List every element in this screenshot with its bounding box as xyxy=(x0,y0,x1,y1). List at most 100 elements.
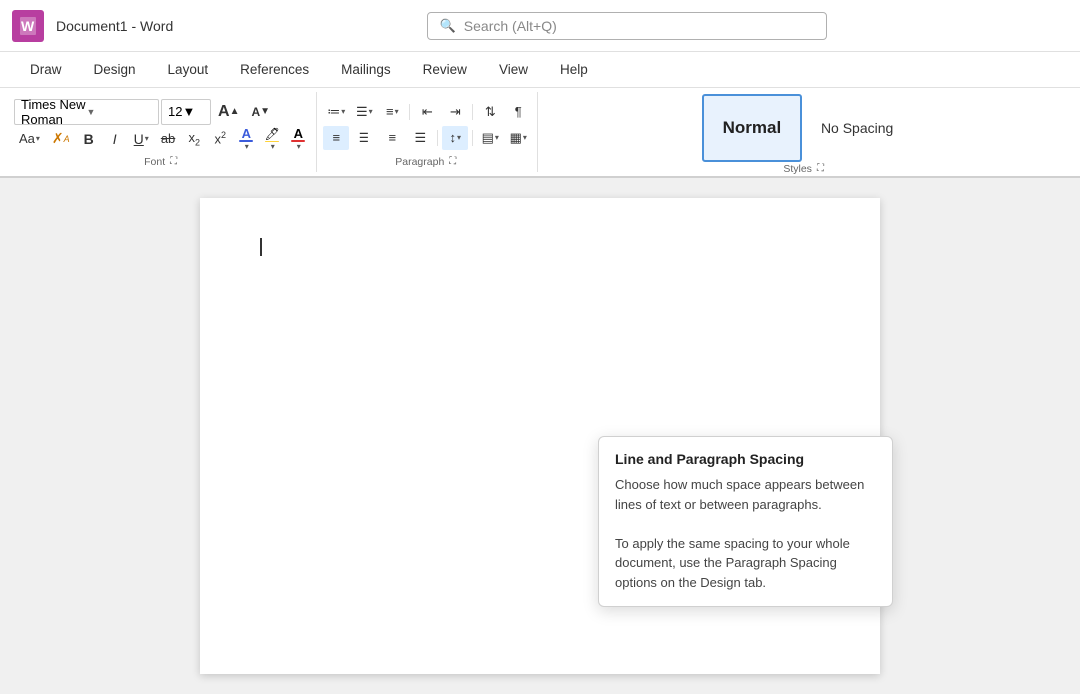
line-spacing-btn[interactable]: ↕ ▾ xyxy=(442,126,468,150)
align-left-btn[interactable]: ≡ xyxy=(323,126,349,150)
paragraph-group-label: Paragraph ⛶ xyxy=(395,155,459,170)
styles-row: Normal No Spacing xyxy=(702,94,908,162)
borders-btn[interactable]: ▦ ▾ xyxy=(505,126,531,150)
multilevel-icon: ≡ xyxy=(386,104,394,119)
para-row2: ≡ ☰ ≡ ☰ ↕ ▾ ▤ xyxy=(323,126,531,150)
paragraph-group: ≔ ▾ ☰ ▾ ≡ ▾ ⇤ ⇥ xyxy=(317,92,538,172)
tooltip-title: Line and Paragraph Spacing xyxy=(615,451,876,467)
numbering-icon: ☰ xyxy=(356,104,368,120)
align-right-btn[interactable]: ≡ xyxy=(379,126,405,150)
bullets-btn[interactable]: ≔ ▾ xyxy=(323,100,349,124)
multilevel-btn[interactable]: ≡ ▾ xyxy=(379,100,405,124)
normal-style-btn[interactable]: Normal xyxy=(702,94,802,162)
ribbon-toolbar: Times New Roman ▼ 12 ▼ A ▲ A ▼ xyxy=(0,88,1080,178)
bold-icon: B xyxy=(84,131,94,147)
underline-icon: U xyxy=(134,131,144,147)
font-dropdown-arrow: ▼ xyxy=(87,107,153,117)
document-area[interactable]: Line and Paragraph Spacing Choose how mu… xyxy=(0,178,1080,694)
font-selector[interactable]: Times New Roman ▼ xyxy=(14,99,159,125)
font-color-red-letter: A xyxy=(294,127,303,140)
tooltip-body: Choose how much space appears between li… xyxy=(615,475,876,592)
tab-view[interactable]: View xyxy=(485,52,542,87)
para-controls: ≔ ▾ ☰ ▾ ≡ ▾ ⇤ ⇥ xyxy=(323,94,531,155)
tab-mailings[interactable]: Mailings xyxy=(327,52,405,87)
superscript-btn[interactable]: x2 xyxy=(208,127,232,151)
ribbon-tabs: Draw Design Layout References Mailings R… xyxy=(0,52,1080,88)
align-center-btn[interactable]: ☰ xyxy=(351,126,377,150)
tab-help[interactable]: Help xyxy=(546,52,602,87)
clear-format-icon: ✗ xyxy=(52,130,64,147)
tooltip-line2: To apply the same spacing to your whole … xyxy=(615,536,850,590)
changecase-arrow: ▾ xyxy=(36,134,40,143)
app-title: Document1 - Word xyxy=(56,18,173,34)
grow-font-btn[interactable]: A ▲ xyxy=(213,100,244,124)
font-size: 12 xyxy=(168,104,182,119)
tab-references[interactable]: References xyxy=(226,52,323,87)
grow-font-icon: A xyxy=(218,103,230,121)
fontsize-dropdown-arrow: ▼ xyxy=(182,104,195,119)
styles-group: Normal No Spacing Styles ⛶ xyxy=(538,92,1072,172)
italic-btn[interactable]: I xyxy=(103,127,127,151)
clear-format-btn[interactable]: ✗ A xyxy=(47,127,75,151)
shrink-font-btn[interactable]: A ▼ xyxy=(246,100,275,124)
shading-btn[interactable]: ▤ ▾ xyxy=(477,126,503,150)
para-sep2 xyxy=(472,104,473,120)
show-hide-icon: ¶ xyxy=(515,104,522,119)
borders-icon: ▦ xyxy=(510,130,522,146)
decrease-indent-btn[interactable]: ⇤ xyxy=(414,100,440,124)
font-expand-btn[interactable]: ⛶ xyxy=(167,155,180,168)
font-row1: Times New Roman ▼ 12 ▼ A ▲ A ▼ xyxy=(14,99,310,125)
sort-btn[interactable]: ⇅ xyxy=(477,100,503,124)
font-color-red-btn[interactable]: A ▾ xyxy=(286,127,310,151)
tab-review[interactable]: Review xyxy=(409,52,481,87)
strikethrough-btn[interactable]: ab xyxy=(156,127,180,151)
subscript-icon: x2 xyxy=(189,130,201,148)
svg-text:W: W xyxy=(21,18,35,34)
font-size-selector[interactable]: 12 ▼ xyxy=(161,99,211,125)
styles-expand-btn[interactable]: ⛶ xyxy=(814,162,827,175)
superscript-icon: x2 xyxy=(215,130,227,146)
tab-draw[interactable]: Draw xyxy=(16,52,76,87)
numbering-btn[interactable]: ☰ ▾ xyxy=(351,100,377,124)
align-left-icon: ≡ xyxy=(332,130,340,145)
justify-icon: ☰ xyxy=(414,130,426,146)
search-bar[interactable]: 🔍 Search (Alt+Q) xyxy=(427,12,827,40)
tooltip-line1: Choose how much space appears between li… xyxy=(615,477,864,512)
font-group: Times New Roman ▼ 12 ▼ A ▲ A ▼ xyxy=(8,92,317,172)
search-placeholder: Search (Alt+Q) xyxy=(464,18,557,34)
tooltip-box: Line and Paragraph Spacing Choose how mu… xyxy=(598,436,893,607)
bullets-icon: ≔ xyxy=(327,104,340,120)
change-case-icon: Aa xyxy=(19,131,35,146)
app-icon: W xyxy=(12,10,44,42)
justify-btn[interactable]: ☰ xyxy=(407,126,433,150)
italic-icon: I xyxy=(113,131,117,147)
para-sep1 xyxy=(409,104,410,120)
nospacing-style-btn[interactable]: No Spacing xyxy=(806,94,908,162)
bold-btn[interactable]: B xyxy=(77,127,101,151)
styles-group-label: Styles ⛶ xyxy=(783,162,827,177)
para-row1: ≔ ▾ ☰ ▾ ≡ ▾ ⇤ ⇥ xyxy=(323,100,531,124)
para-sep3 xyxy=(437,130,438,146)
para-sep4 xyxy=(472,130,473,146)
align-right-icon: ≡ xyxy=(388,130,396,145)
tab-layout[interactable]: Layout xyxy=(154,52,223,87)
align-center-icon: ☰ xyxy=(359,130,369,146)
search-icon: 🔍 xyxy=(440,18,456,34)
font-row2: Aa ▾ ✗ A B I U ▾ ab xyxy=(14,127,310,151)
show-hide-btn[interactable]: ¶ xyxy=(505,100,531,124)
text-cursor xyxy=(260,238,262,256)
paragraph-expand-btn[interactable]: ⛶ xyxy=(446,155,459,168)
subscript-btn[interactable]: x2 xyxy=(182,127,206,151)
highlight-btn[interactable]: 🖊 ▾ xyxy=(260,127,284,151)
tab-design[interactable]: Design xyxy=(80,52,150,87)
increase-indent-icon: ⇥ xyxy=(450,104,461,120)
title-bar: W Document1 - Word 🔍 Search (Alt+Q) xyxy=(0,0,1080,52)
sort-icon: ⇅ xyxy=(485,104,496,120)
underline-btn[interactable]: U ▾ xyxy=(129,127,154,151)
decrease-indent-icon: ⇤ xyxy=(422,104,433,120)
increase-indent-btn[interactable]: ⇥ xyxy=(442,100,468,124)
font-group-label: Font ⛶ xyxy=(144,155,180,170)
font-color-btn[interactable]: A ▾ xyxy=(234,127,258,151)
font-color-letter: A xyxy=(242,127,251,140)
change-case-btn[interactable]: Aa ▾ xyxy=(14,127,45,151)
